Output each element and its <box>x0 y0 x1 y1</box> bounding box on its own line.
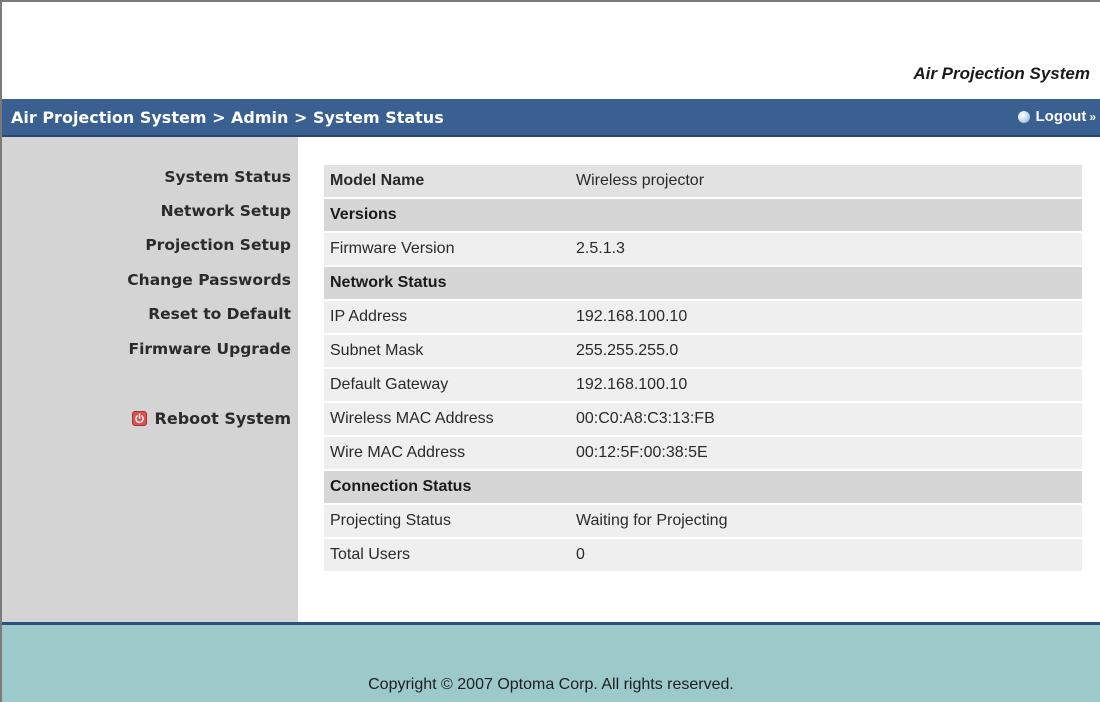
total-users-value: 0 <box>570 539 1082 571</box>
footer: Copyright © 2007 Optoma Corp. All rights… <box>2 625 1100 702</box>
table-row: Projecting Status Waiting for Projecting <box>324 505 1082 537</box>
subnet-mask-label: Subnet Mask <box>324 335 570 367</box>
sidebar-item-firmware-upgrade[interactable]: Firmware Upgrade <box>128 340 291 358</box>
total-users-label: Total Users <box>324 539 570 571</box>
power-icon <box>131 411 147 426</box>
ip-address-value: 192.168.100.10 <box>570 301 1082 333</box>
reboot-system-button[interactable]: Reboot System <box>131 409 291 428</box>
sidebar-item-system-status[interactable]: System Status <box>164 168 291 186</box>
reboot-label: Reboot System <box>154 409 291 428</box>
firmware-version-label: Firmware Version <box>324 233 570 265</box>
wire-mac-label: Wire MAC Address <box>324 437 570 469</box>
header-bar: Air Projection System > Admin > System S… <box>2 99 1100 137</box>
logout-arrow-icon: » <box>1089 109 1096 124</box>
model-name-value: Wireless projector <box>570 165 1082 197</box>
connection-status-heading: Connection Status <box>324 471 1082 503</box>
main-content: Model Name Wireless projector Versions F… <box>298 137 1100 622</box>
default-gateway-label: Default Gateway <box>324 369 570 401</box>
ip-address-label: IP Address <box>324 301 570 333</box>
section-header-row: Network Status <box>324 267 1082 299</box>
system-status-table: Model Name Wireless projector Versions F… <box>324 163 1082 573</box>
sidebar-item-change-passwords[interactable]: Change Passwords <box>127 271 291 289</box>
table-row: Default Gateway 192.168.100.10 <box>324 369 1082 401</box>
sidebar-item-network-setup[interactable]: Network Setup <box>161 202 291 220</box>
default-gateway-value: 192.168.100.10 <box>570 369 1082 401</box>
section-header-row: Connection Status <box>324 471 1082 503</box>
copyright-text: Copyright © 2007 Optoma Corp. All rights… <box>368 676 734 693</box>
network-status-heading: Network Status <box>324 267 1082 299</box>
sidebar: System Status Network Setup Projection S… <box>2 137 298 622</box>
brand-title: Air Projection System <box>913 64 1090 83</box>
breadcrumb: Air Projection System > Admin > System S… <box>11 108 444 127</box>
table-row: Total Users 0 <box>324 539 1082 571</box>
versions-heading: Versions <box>324 199 1082 231</box>
wireless-mac-label: Wireless MAC Address <box>324 403 570 435</box>
wireless-mac-value: 00:C0:A8:C3:13:FB <box>570 403 1082 435</box>
table-row: Firmware Version 2.5.1.3 <box>324 233 1082 265</box>
table-row: Subnet Mask 255.255.255.0 <box>324 335 1082 367</box>
section-header-row: Versions <box>324 199 1082 231</box>
subnet-mask-value: 255.255.255.0 <box>570 335 1082 367</box>
sidebar-item-reset-to-default[interactable]: Reset to Default <box>148 305 291 323</box>
globe-icon <box>1017 110 1030 123</box>
logout-label: Logout <box>1035 108 1087 125</box>
sidebar-item-projection-setup[interactable]: Projection Setup <box>145 236 291 254</box>
logout-button[interactable]: Logout » <box>1017 108 1096 125</box>
firmware-version-value: 2.5.1.3 <box>570 233 1082 265</box>
table-row: Wire MAC Address 00:12:5F:00:38:5E <box>324 437 1082 469</box>
projecting-status-label: Projecting Status <box>324 505 570 537</box>
table-row: IP Address 192.168.100.10 <box>324 301 1082 333</box>
model-name-label: Model Name <box>324 165 570 197</box>
table-row: Model Name Wireless projector <box>324 165 1082 197</box>
projecting-status-value: Waiting for Projecting <box>570 505 1082 537</box>
table-row: Wireless MAC Address 00:C0:A8:C3:13:FB <box>324 403 1082 435</box>
wire-mac-value: 00:12:5F:00:38:5E <box>570 437 1082 469</box>
